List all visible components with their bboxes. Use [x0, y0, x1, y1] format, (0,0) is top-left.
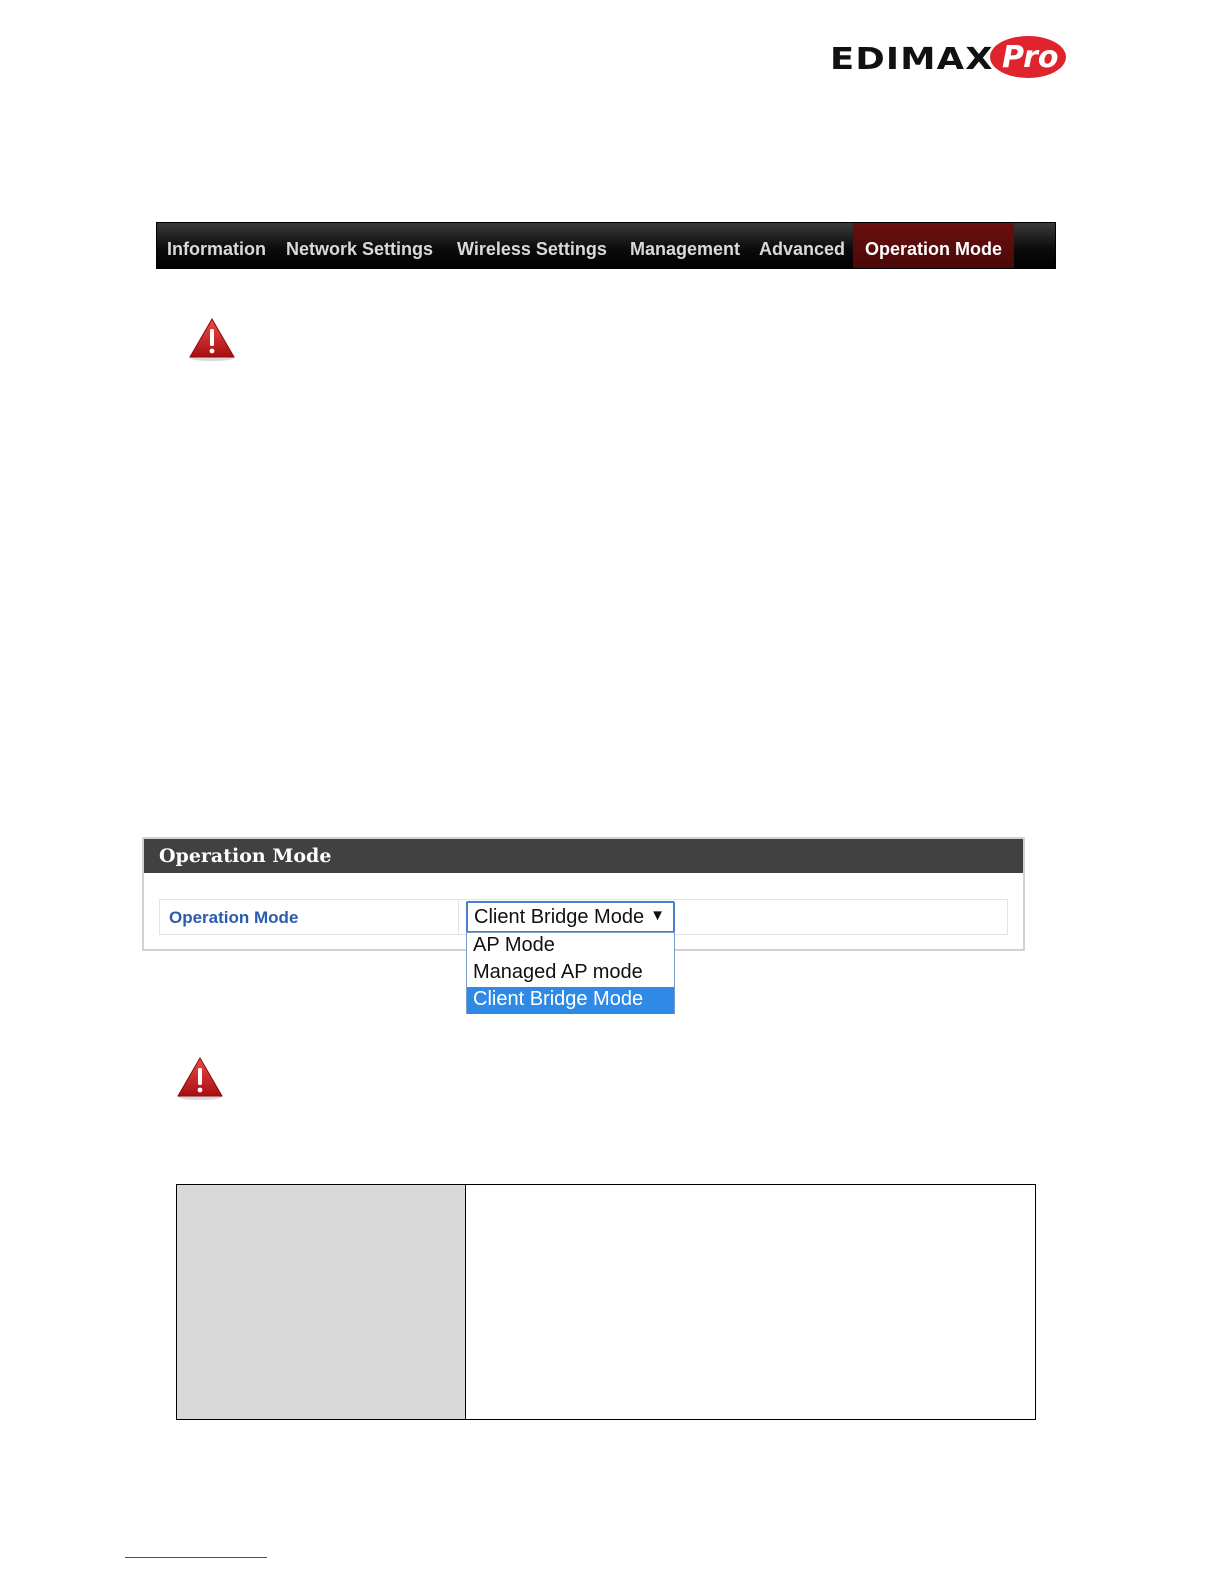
nav-wireless-settings[interactable]: Wireless Settings — [457, 223, 607, 268]
option-managed-ap-mode[interactable]: Managed AP mode — [467, 960, 674, 987]
chevron-down-icon: ▼ — [650, 907, 665, 924]
footer-link-underline[interactable] — [125, 1557, 267, 1558]
logo-badge-text: Pro — [1002, 40, 1059, 75]
nav-operation-mode[interactable]: Operation Mode — [853, 223, 1015, 268]
nav-advanced[interactable]: Advanced — [759, 223, 845, 268]
select-current-value: Client Bridge Mode — [474, 906, 645, 928]
warning-icon — [177, 1057, 223, 1100]
table-left-cell — [177, 1185, 466, 1419]
warning-icon — [189, 318, 235, 361]
option-client-bridge-mode[interactable]: Client Bridge Mode — [467, 987, 674, 1014]
operation-mode-label: Operation Mode — [169, 908, 299, 927]
nav-management[interactable]: Management — [630, 223, 740, 268]
table-right-cell — [466, 1185, 1035, 1419]
nav-network-settings[interactable]: Network Settings — [286, 223, 433, 268]
row-label-cell: Operation Mode — [160, 900, 459, 934]
operation-mode-dropdown: AP Mode Managed AP mode Client Bridge Mo… — [466, 932, 675, 1014]
edimax-pro-logo: EDIMAX Pro — [830, 34, 1070, 84]
panel-title: Operation Mode — [159, 845, 332, 867]
logo-brand-text: EDIMAX — [830, 42, 994, 77]
nav-information[interactable]: Information — [167, 223, 266, 268]
main-navbar: Information Network Settings Wireless Se… — [156, 222, 1056, 269]
operation-mode-select[interactable]: Client Bridge Mode ▼ — [466, 901, 675, 933]
panel-header: Operation Mode — [144, 839, 1023, 873]
description-table — [176, 1184, 1036, 1420]
option-ap-mode[interactable]: AP Mode — [467, 933, 674, 960]
